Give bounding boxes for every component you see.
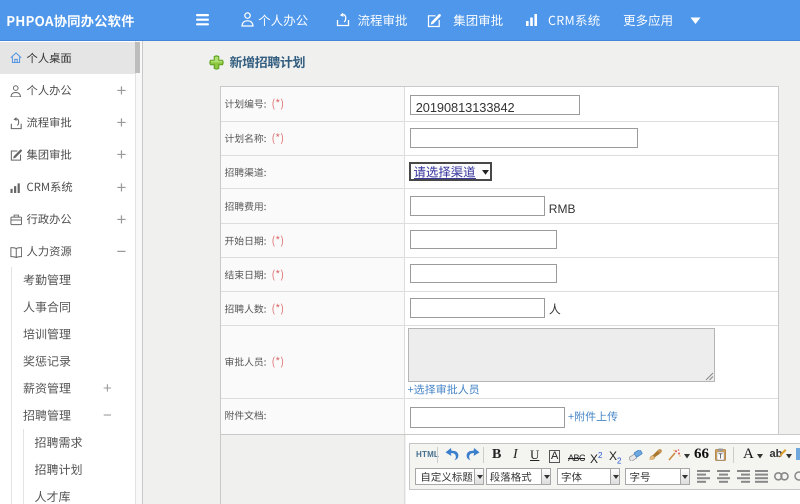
- svg-text:T: T: [718, 454, 723, 461]
